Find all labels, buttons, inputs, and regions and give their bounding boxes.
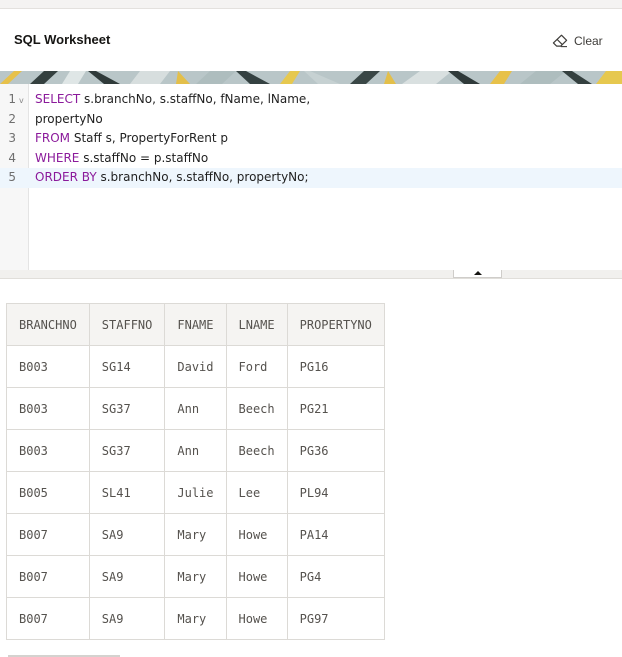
fold-toggle-icon[interactable]: v [19,91,24,111]
top-strip [0,0,622,9]
table-row: B003 SG37 Ann Beech PG21 [6,387,385,430]
table-cell: SL41 [88,471,166,514]
sql-keyword: WHERE [35,150,80,165]
code-line[interactable]: 3 FROM Staff s, PropertyForRent p [0,129,622,149]
sql-text: s.branchNo, s.staffNo, fName, lName, [80,92,311,106]
clear-button-label: Clear [574,34,603,48]
line-number: 2 [8,111,16,126]
splitter-handle[interactable] [453,270,502,278]
code-line[interactable]: 4 WHERE s.staffNo = p.staffNo [0,149,622,169]
table-cell: Beech [225,429,288,472]
line-number: 4 [8,150,16,165]
code-text: FROM Staff s, PropertyForRent p [35,129,228,149]
table-cell: B003 [6,387,90,430]
code-line[interactable]: 2 propertyNo [0,110,622,130]
table-cell: PL94 [286,471,385,514]
table-cell: B005 [6,471,90,514]
table-cell: Mary [164,597,227,640]
results-table: BRANCHNO STAFFNO FNAME LNAME PROPERTYNO … [6,303,385,640]
table-cell: PG16 [286,345,385,388]
table-cell: B007 [6,513,90,556]
column-header-fname: FNAME [164,303,227,346]
table-cell: Howe [225,513,288,556]
table-cell: B007 [6,597,90,640]
sql-text: propertyNo [35,111,103,126]
table-row: B003 SG37 Ann Beech PG36 [6,429,385,472]
table-cell: Ann [164,429,227,472]
table-cell: Mary [164,513,227,556]
line-number: 1 [8,92,16,106]
sql-text: Staff s, PropertyForRent p [70,131,228,145]
table-cell: Howe [225,555,288,598]
code-text: SELECT s.branchNo, s.staffNo, fName, lNa… [35,90,310,110]
table-cell: B003 [6,429,90,472]
table-cell: David [164,345,227,388]
table-cell: Mary [164,555,227,598]
table-cell: SG14 [88,345,166,388]
clear-button[interactable]: Clear [552,31,603,51]
table-cell: Julie [164,471,227,514]
table-cell: SG37 [88,387,166,430]
sql-keyword: SELECT [35,92,81,106]
sql-text: s.staffNo = p.staffNo [79,150,209,165]
sql-keyword: FROM [35,131,71,145]
table-cell: SA9 [88,555,166,598]
table-row: B007 SA9 Mary Howe PG4 [6,555,385,598]
table-cell: SG37 [88,429,166,472]
table-cell: PG97 [286,597,385,640]
table-cell: PG4 [286,555,385,598]
table-cell: Howe [225,597,288,640]
line-number: 3 [8,131,16,145]
table-row: B007 SA9 Mary Howe PG97 [6,597,385,640]
table-cell: Ford [225,345,288,388]
worksheet-header: SQL Worksheet Clear [0,9,622,71]
code-line[interactable]: 1 v SELECT s.branchNo, s.staffNo, fName, l… [0,90,622,110]
sql-text: s.branchNo, s.staffNo, propertyNo; [96,170,309,184]
table-row: B005 SL41 Julie Lee PL94 [6,471,385,514]
results-header-row: BRANCHNO STAFFNO FNAME LNAME PROPERTYNO [6,303,385,346]
line-number: 5 [8,170,16,184]
column-header-propertyno: PROPERTYNO [286,303,385,346]
decorative-banner [0,71,622,84]
column-header-lname: LNAME [225,303,288,346]
table-cell: B007 [6,555,90,598]
code-text: ORDER BY s.branchNo, s.staffNo, property… [35,168,309,188]
table-cell: SA9 [88,597,166,640]
code-text: propertyNo [35,110,103,130]
code-line[interactable]: 5 ORDER BY s.branchNo, s.staffNo, propert… [0,168,622,188]
table-cell: SA9 [88,513,166,556]
table-cell: Ann [164,387,227,430]
table-cell: Lee [225,471,288,514]
table-cell: B003 [6,345,90,388]
panel-splitter[interactable] [0,270,622,279]
table-cell: Beech [225,387,288,430]
table-cell: PA14 [286,513,385,556]
column-header-staffno: STAFFNO [88,303,166,346]
table-row: B003 SG14 David Ford PG16 [6,345,385,388]
table-cell: PG36 [286,429,385,472]
eraser-icon [552,34,568,48]
sql-editor[interactable]: 1 v SELECT s.branchNo, s.staffNo, fName, l… [0,84,622,271]
worksheet-title: SQL Worksheet [14,32,111,47]
table-cell: PG21 [286,387,385,430]
table-row: B007 SA9 Mary Howe PA14 [6,513,385,556]
sql-keyword: ORDER BY [35,170,97,184]
column-header-branchno: BRANCHNO [6,303,90,346]
code-text: WHERE s.staffNo = p.staffNo [35,149,208,169]
chevron-up-icon [474,271,482,275]
